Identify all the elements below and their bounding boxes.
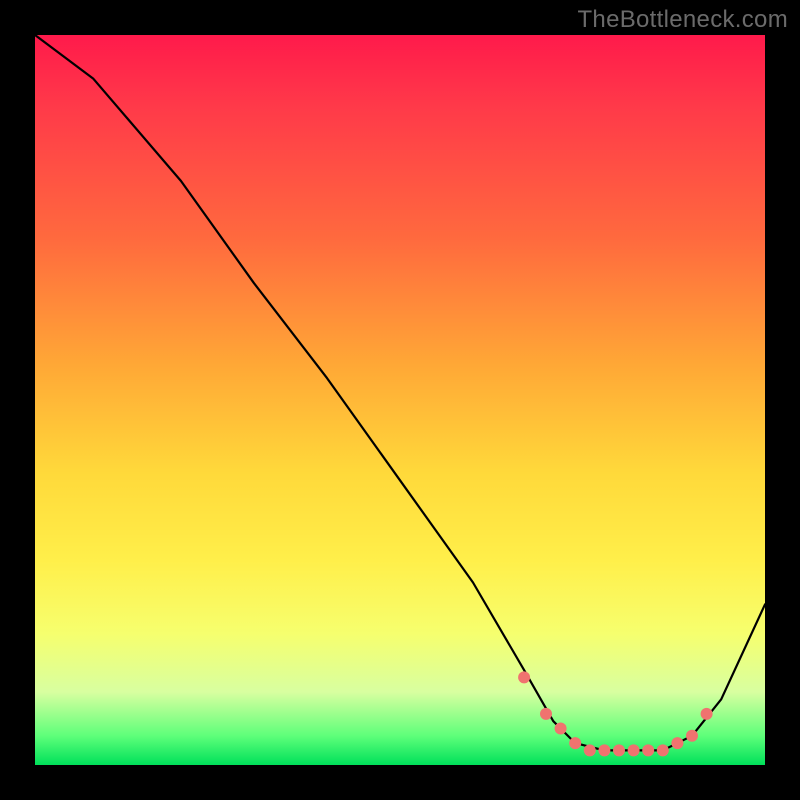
curve-svg [35, 35, 765, 765]
bottleneck-curve [35, 35, 765, 750]
marker-dot [555, 723, 567, 735]
watermark-text: TheBottleneck.com [577, 6, 788, 34]
marker-dot [540, 708, 552, 720]
marker-dot [628, 744, 640, 756]
marker-dot [613, 744, 625, 756]
marker-dot [657, 744, 669, 756]
marker-dot [569, 737, 581, 749]
marker-dot [584, 744, 596, 756]
gradient-plot-area [35, 35, 765, 765]
marker-dot [671, 737, 683, 749]
marker-dot [701, 708, 713, 720]
marker-dot [686, 730, 698, 742]
marker-dot [598, 744, 610, 756]
marker-group [518, 671, 713, 756]
chart-stage: TheBottleneck.com [0, 0, 800, 800]
marker-dot [642, 744, 654, 756]
marker-dot [518, 671, 530, 683]
